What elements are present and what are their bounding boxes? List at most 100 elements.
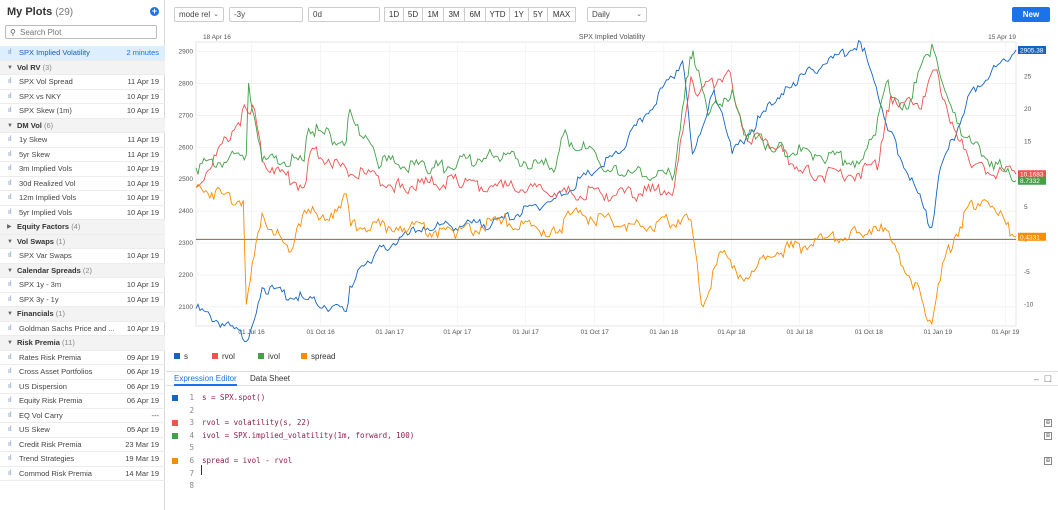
x-tick-label: 01 Apr 19 (992, 329, 1020, 336)
y-right-tick-label: -5 (1024, 269, 1030, 276)
x-tick-label: 01 Jan 19 (924, 329, 953, 336)
code-line[interactable]: 7 (166, 468, 1058, 481)
plot-item[interactable]: ıl 30d Realized Vol 10 Apr 19 (0, 177, 165, 191)
period-button[interactable]: 3M (443, 7, 465, 22)
search-input[interactable] (20, 27, 152, 38)
code-text: ivol = SPX.implied_volatility(1m, forwar… (202, 430, 415, 440)
plot-item[interactable]: ıl US Dispersion 06 Apr 19 (0, 380, 165, 394)
y-right-tick-label: 25 (1024, 74, 1032, 81)
plot-item[interactable]: ıl SPX Var Swaps 10 Apr 19 (0, 249, 165, 264)
minimize-icon[interactable]: – (1034, 374, 1039, 384)
expression-editor-panel: Expression Editor Data Sheet – ☐ 1 s = SP… (166, 371, 1058, 510)
mode-select[interactable]: mode rel ⌄ (174, 7, 224, 22)
plot-group[interactable]: ▼ Vol RV (3) (0, 60, 165, 75)
plot-item[interactable]: ıl SPX 3y - 1y 10 Apr 19 (0, 293, 165, 307)
legend-item[interactable]: s (174, 352, 188, 361)
plot-name: Rates Risk Premia (19, 352, 82, 362)
legend-item[interactable]: spread (301, 352, 335, 361)
plot-item[interactable]: ıl Commod Risk Premia 14 Mar 19 (0, 467, 165, 481)
chevron-right-icon: ▶ (7, 224, 12, 230)
period-button[interactable]: 1Y (509, 7, 529, 22)
plot-item[interactable]: ıl Cross Asset Portfolios 06 Apr 19 (0, 365, 165, 380)
chart-icon: ıl (8, 107, 12, 114)
end-date-input[interactable]: 0d (308, 7, 380, 22)
plot-item[interactable]: ıl 3m Implied Vols 10 Apr 19 (0, 162, 165, 177)
y-left-tick-label: 2600 (179, 144, 194, 151)
tab-expression-editor[interactable]: Expression Editor (174, 374, 237, 386)
x-tick-label: 01 Jul 17 (512, 329, 539, 336)
plot-group[interactable]: ▶ Equity Factors (4) (0, 220, 165, 235)
plot-date: 10 Apr 19 (126, 251, 159, 260)
y-left-tick-label: 2100 (179, 304, 194, 311)
legend-item[interactable]: rvol (212, 352, 235, 361)
plot-group[interactable]: ▼ Calendar Spreads (2) (0, 263, 165, 278)
code-line[interactable]: 4 ivol = SPX.implied_volatility(1m, forwa… (166, 430, 1058, 443)
group-label: Equity Factors (4) (17, 220, 80, 235)
code-line[interactable]: 1 s = SPX.spot() (166, 392, 1058, 405)
plot-date: 11 Apr 19 (127, 77, 159, 86)
frequency-select[interactable]: Daily ⌄ (587, 7, 647, 22)
plot-item[interactable]: ıl Rates Risk Premia 09 Apr 19 (0, 351, 165, 365)
plot-item[interactable]: ıl 12m Implied Vols 10 Apr 19 (0, 191, 165, 206)
legend-label: s (184, 352, 188, 361)
plot-name: Trend Strategies (19, 454, 75, 463)
plot-group[interactable]: ▼ Risk Premia (11) (0, 336, 165, 351)
plot-item[interactable]: ıl Trend Strategies 19 Mar 19 (0, 452, 165, 467)
code-line[interactable]: 5 (166, 442, 1058, 455)
expand-icon[interactable]: ⊞ (1044, 431, 1052, 440)
plot-item[interactable]: ıl 1y Skew 11 Apr 19 (0, 133, 165, 148)
plot-item[interactable]: ıl Credit Risk Premia 23 Mar 19 (0, 438, 165, 452)
plot-item[interactable]: ıl SPX Vol Spread 11 Apr 19 (0, 75, 165, 90)
period-button[interactable]: 6M (464, 7, 486, 22)
chart-last-value-labels: 2905.3810.16838.73320.4331 (1018, 45, 1046, 241)
code-line[interactable]: 3 rvol = volatility(s, 22) ⊞ (166, 417, 1058, 430)
new-button[interactable]: New (1012, 7, 1050, 22)
code-line[interactable]: 8 (166, 480, 1058, 493)
search-box[interactable]: ⚲ (5, 25, 157, 39)
plot-name: US Dispersion (19, 381, 67, 391)
last-value-label-ivol: 8.7332 (1018, 176, 1046, 185)
plot-group[interactable]: ▼ DM Vol (6) (0, 118, 165, 133)
add-plot-button[interactable]: + (150, 7, 159, 16)
plot-item[interactable]: ıl EQ Vol Carry --- (0, 409, 165, 423)
plot-item[interactable]: ıl SPX vs NKY 10 Apr 19 (0, 90, 165, 104)
chevron-down-icon: ▼ (7, 64, 13, 71)
tab-data-sheet[interactable]: Data Sheet (250, 374, 290, 383)
plot-item[interactable]: ıl US Skew 05 Apr 19 (0, 423, 165, 438)
plot-item[interactable]: ıl SPX 1y - 3m 10 Apr 19 (0, 278, 165, 293)
plot-item[interactable]: ıl SPX Skew (1m) 10 Apr 19 (0, 104, 165, 119)
plot-group[interactable]: ▼ Vol Swaps (1) (0, 234, 165, 249)
period-button[interactable]: YTD (485, 7, 510, 22)
plot-date: 19 Mar 19 (125, 454, 159, 463)
app-window: My Plots (29) + ⚲ ıl SPX Implied Volatili… (0, 0, 1058, 510)
period-button[interactable]: MAX (547, 7, 576, 22)
y-left-tick-label: 2700 (179, 112, 194, 119)
line-number: 3 (189, 418, 194, 428)
start-date-input[interactable]: -3y (229, 7, 303, 22)
plot-item[interactable]: ıl Goldman Sachs Price and ... 10 Apr 19 (0, 322, 165, 336)
code-area[interactable]: 1 s = SPX.spot() 2 3 rvol = volatility(s, 22… (166, 392, 1058, 493)
maximize-icon[interactable]: ☐ (1044, 374, 1052, 384)
plot-item[interactable]: ıl Equity Risk Premia 06 Apr 19 (0, 394, 165, 409)
series-color-marker (172, 432, 178, 439)
code-line[interactable]: 6 spread = ivol - rvol ⊞ (166, 455, 1058, 468)
period-button[interactable]: 5D (403, 7, 423, 22)
chart-icon: ıl (8, 295, 12, 303)
plot-name: 30d Realized Vol (19, 178, 76, 188)
plot-item[interactable]: ıl 5yr Implied Vols 10 Apr 19 (0, 206, 165, 220)
plot-name: Equity Risk Premia (19, 396, 83, 405)
expand-icon[interactable]: ⊞ (1044, 456, 1052, 465)
legend-item[interactable]: ivol (258, 352, 280, 361)
expand-icon[interactable]: ⊞ (1044, 419, 1052, 428)
line-number: 7 (189, 468, 194, 478)
chart-icon: ıl (8, 49, 12, 56)
group-name: Vol RV (17, 62, 41, 72)
plot-group[interactable]: ▼ Financials (1) (0, 307, 165, 322)
code-line[interactable]: 2 (166, 405, 1058, 418)
period-button[interactable]: 1M (422, 7, 444, 22)
period-button[interactable]: 1D (384, 7, 404, 22)
period-button[interactable]: 5Y (528, 7, 548, 22)
code-text: s = SPX.spot() (202, 393, 266, 402)
plot-item[interactable]: ıl SPX Implied Volatility 2 minutes (0, 46, 165, 61)
plot-item[interactable]: ıl 5yr Skew 11 Apr 19 (0, 148, 165, 162)
